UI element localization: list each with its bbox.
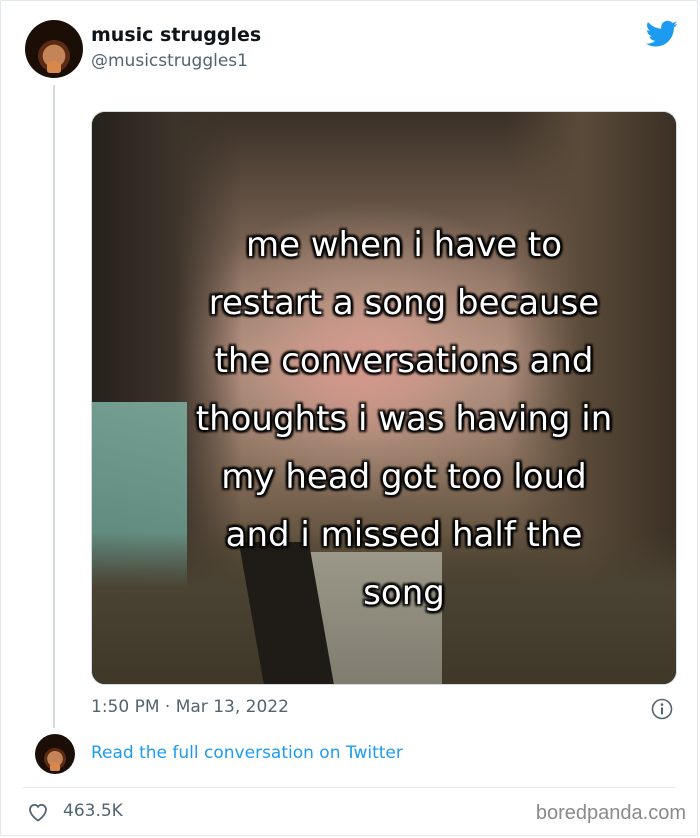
author-handle[interactable]: @musicstruggles1 — [91, 51, 248, 71]
author-display-name[interactable]: music struggles — [91, 24, 261, 46]
meme-caption: me when i have to restart a song because… — [195, 225, 613, 613]
tweet-media-image[interactable]: me when i have to restart a song because… — [91, 111, 677, 685]
tweet-card: music struggles @musicstruggles1 me when… — [0, 0, 698, 836]
like-count[interactable]: 463.5K — [63, 801, 123, 821]
read-conversation-link[interactable]: Read the full conversation on Twitter — [91, 743, 403, 763]
author-avatar[interactable] — [25, 20, 83, 78]
tweet-timestamp[interactable]: 1:50 PM · Mar 13, 2022 — [91, 697, 289, 717]
thread-line — [53, 85, 55, 728]
info-icon[interactable] — [651, 698, 673, 720]
heart-icon[interactable] — [26, 800, 50, 824]
reply-avatar[interactable] — [35, 734, 75, 774]
boredpanda-watermark: boredpanda.com — [535, 802, 686, 824]
divider — [23, 787, 675, 788]
twitter-bird-icon[interactable] — [646, 20, 678, 48]
